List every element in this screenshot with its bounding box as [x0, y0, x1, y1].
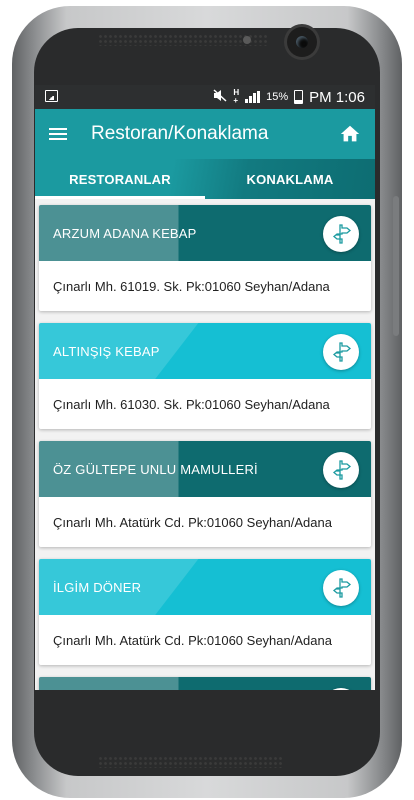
directions-button[interactable]: [323, 570, 359, 606]
card-header: İLGİM DÖNER: [39, 559, 371, 615]
list-item[interactable]: ARZUM ADANA KEBAP Çınarlı Mh. 61019. Sk.…: [39, 205, 371, 311]
restaurant-name: ÖZ GÜLTEPE UNLU MAMULLERİ: [53, 461, 258, 477]
front-camera: [287, 27, 317, 57]
list-item[interactable]: ALTINŞIŞ KEBAP Çınarlı Mh. 61030. Sk. Pk…: [39, 323, 371, 429]
restaurant-address: Çınarlı Mh. 61030. Sk. Pk:01060 Seyhan/A…: [53, 396, 330, 412]
hamburger-icon[interactable]: [49, 128, 67, 140]
proximity-sensor: [243, 36, 251, 44]
signpost-icon: [332, 224, 351, 244]
signpost-icon: [332, 342, 351, 362]
status-bar: H + 15% PM 1:06: [35, 85, 375, 109]
directions-button[interactable]: [323, 216, 359, 252]
restaurant-address: Çınarlı Mh. 61019. Sk. Pk:01060 Seyhan/A…: [53, 278, 330, 294]
directions-button[interactable]: [323, 334, 359, 370]
hplus-data-icon: H +: [233, 88, 240, 105]
page-title: Restoran/Konaklama: [91, 123, 269, 144]
bottom-speaker: [98, 756, 282, 768]
tab-konaklama[interactable]: KONAKLAMA: [205, 159, 375, 199]
phone-side-button: [393, 196, 399, 336]
tab-restoranlar[interactable]: RESTORANLAR: [35, 159, 205, 199]
app-bar: Restoran/Konaklama: [35, 109, 375, 159]
restaurant-list: ARZUM ADANA KEBAP Çınarlı Mh. 61019. Sk.…: [35, 199, 375, 690]
header-decoration: [39, 677, 239, 690]
signal-icon: [245, 91, 261, 103]
directions-button[interactable]: [323, 688, 359, 690]
list-item[interactable]: ÖZ GÜLTEPE UNLU MAMULLERİ Çınarlı Mh. At…: [39, 441, 371, 547]
restaurant-address: Çınarlı Mh. Atatürk Cd. Pk:01060 Seyhan/…: [53, 632, 332, 648]
battery-percent: 15%: [266, 91, 289, 103]
tab-bar: RESTORANLAR KONAKLAMA: [35, 159, 375, 199]
restaurant-name: ALTINŞIŞ KEBAP: [53, 343, 160, 359]
list-item[interactable]: İLGİM DÖNER Çınarlı Mh. Atatürk Cd. Pk:0…: [39, 559, 371, 665]
mute-icon: [213, 89, 227, 105]
directions-button[interactable]: [323, 452, 359, 488]
card-header: [39, 677, 371, 690]
restaurant-name: ARZUM ADANA KEBAP: [53, 225, 197, 241]
home-icon[interactable]: [339, 123, 361, 145]
card-header: ALTINŞIŞ KEBAP: [39, 323, 371, 379]
clock: PM 1:06: [309, 88, 365, 106]
battery-icon: [294, 90, 304, 104]
restaurant-address: Çınarlı Mh. Atatürk Cd. Pk:01060 Seyhan/…: [53, 514, 332, 530]
card-header: ARZUM ADANA KEBAP: [39, 205, 371, 261]
signpost-icon: [332, 460, 351, 480]
gallery-notification-icon: [45, 89, 58, 102]
screen: H + 15% PM 1:06 Restoran/Konaklama RESTOR…: [35, 85, 375, 690]
signpost-icon: [332, 578, 351, 598]
restaurant-name: İLGİM DÖNER: [53, 579, 142, 595]
card-header: ÖZ GÜLTEPE UNLU MAMULLERİ: [39, 441, 371, 497]
list-item[interactable]: [39, 677, 371, 690]
